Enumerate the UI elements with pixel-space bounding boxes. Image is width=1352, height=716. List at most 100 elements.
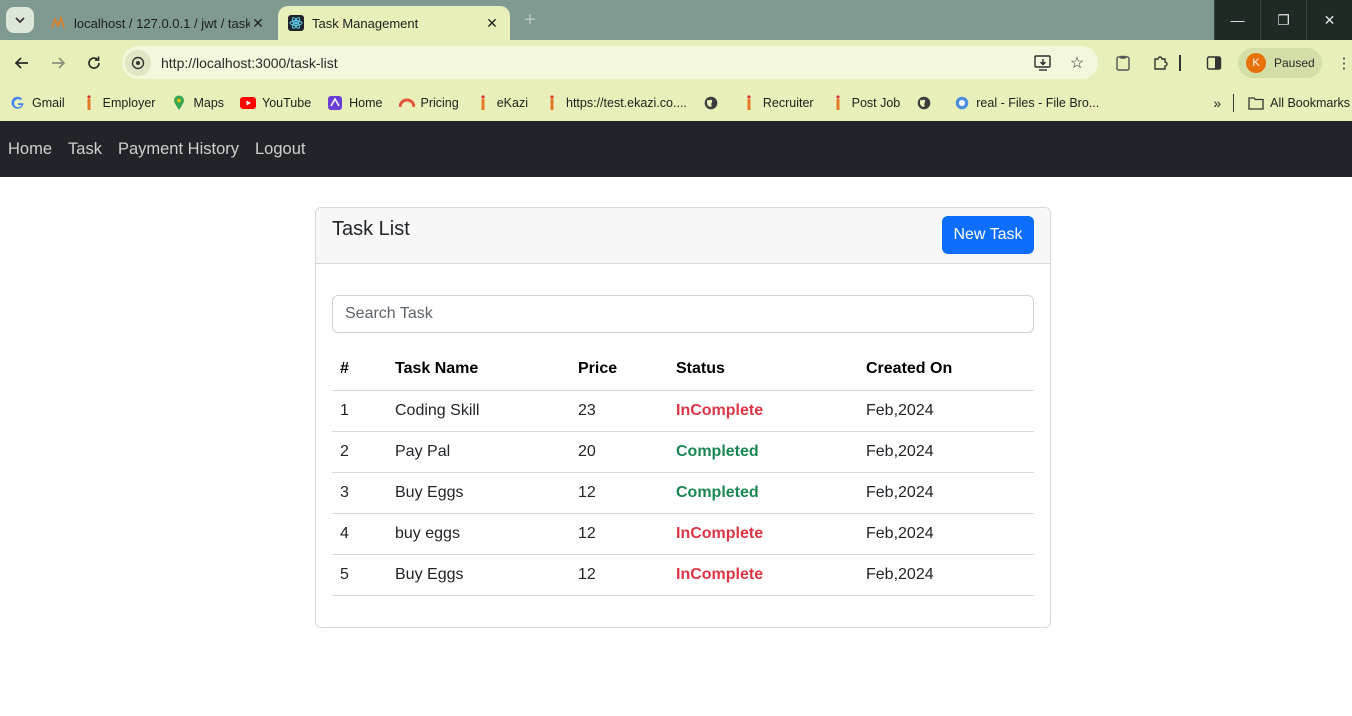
side-panel-icon[interactable] [1201,50,1227,76]
react-icon [288,15,304,31]
ekazi-icon [81,95,97,111]
phpmyadmin-icon [50,15,66,31]
cell-task-name: buy eggs [387,513,570,555]
ekazi-icon [475,95,491,111]
page-title: Task List [332,218,410,240]
site-info-icon[interactable] [125,49,151,76]
bookmarks-divider [1233,94,1235,112]
youtube-icon [240,95,257,111]
chevron-double-right-icon[interactable]: » [1213,95,1221,111]
bookmark-recruiter[interactable]: Recruiter [741,95,814,111]
table-header-row: # Task Name Price Status Created On [332,349,1034,391]
reload-icon[interactable] [81,50,107,76]
cell-status: InComplete [668,513,858,555]
table-row: 5 Buy Eggs 12 InComplete Feb,2024 [332,554,1034,596]
header-created-on: Created On [858,349,1034,391]
forward-icon[interactable] [45,50,71,76]
bookmark-home[interactable]: Home [327,95,383,111]
globe-icon [916,95,932,111]
cell-created-on: Feb,2024 [858,390,1034,432]
browser-tab-phpmyadmin[interactable]: localhost / 127.0.0.1 / jwt / task ✕ [40,6,276,40]
restore-icon[interactable]: ❐ [1260,0,1306,40]
bookmark-ekazi[interactable]: eKazi [475,95,528,111]
close-window-icon[interactable]: ✕ [1306,0,1352,40]
nav-logout-link[interactable]: Logout [255,140,305,159]
cell-task-name: Buy Eggs [387,472,570,514]
avatar: K [1246,53,1266,73]
cell-number: 1 [332,390,387,432]
cell-task-name: Buy Eggs [387,554,570,596]
ekazi-icon [741,95,757,111]
close-icon[interactable]: ✕ [250,15,266,31]
cell-status: Completed [668,431,858,473]
install-app-icon[interactable] [1030,50,1056,76]
nav-task-link[interactable]: Task [68,140,102,159]
extensions-icon[interactable] [1147,50,1173,76]
cell-status: InComplete [668,390,858,432]
cell-number: 5 [332,554,387,596]
google-icon [10,95,26,111]
header-number: # [332,349,387,391]
cell-task-name: Coding Skill [387,390,570,432]
task-table: # Task Name Price Status Created On 1 Co… [332,349,1034,596]
tab-search-button[interactable] [6,7,34,33]
cell-price: 12 [570,554,668,596]
cell-price: 20 [570,431,668,473]
globe-icon [703,95,719,111]
cell-created-on: Feb,2024 [858,513,1034,555]
bookmark-globe-1[interactable] [703,95,725,111]
home-app-icon [327,95,343,111]
address-bar[interactable]: http://localhost:3000/task-list ☆ [122,46,1098,79]
bookmarks-right: » All Bookmarks [1213,85,1352,121]
clipboard-icon[interactable] [1110,50,1136,76]
url-text: http://localhost:3000/task-list [161,54,338,71]
all-bookmarks-folder[interactable]: All Bookmarks [1248,95,1350,111]
nav-payment-history-link[interactable]: Payment History [118,140,239,159]
bookmark-star-icon[interactable]: ☆ [1064,50,1090,76]
bookmark-gmail[interactable]: Gmail [10,95,65,111]
bookmark-youtube[interactable]: YouTube [240,95,311,111]
new-tab-button[interactable]: + [518,8,542,32]
table-row: 1 Coding Skill 23 InComplete Feb,2024 [332,390,1034,432]
file-browser-icon [954,95,970,111]
card-header: Task List New Task [316,208,1050,264]
task-list-card: Task List New Task # Task Name Price Sta… [315,207,1051,628]
new-task-button[interactable]: New Task [942,216,1034,254]
cell-created-on: Feb,2024 [858,431,1034,473]
cell-price: 12 [570,513,668,555]
window-controls: — ❐ ✕ [1214,0,1352,40]
bookmark-employer[interactable]: Employer [81,95,155,111]
bookmark-post-job[interactable]: Post Job [830,95,900,111]
app-navbar: Home Task Payment History Logout [0,121,1352,177]
bookmark-pricing[interactable]: Pricing [398,95,459,111]
tab-title: localhost / 127.0.0.1 / jwt / task [74,15,250,31]
cell-status: Completed [668,472,858,514]
cell-status: InComplete [668,554,858,596]
bookmark-test-ekazi[interactable]: https://test.ekazi.co.... [544,95,687,111]
profile-button[interactable]: K Paused [1238,48,1322,78]
search-input[interactable] [332,295,1034,333]
bookmark-globe-2[interactable] [916,95,938,111]
back-icon[interactable] [9,50,35,76]
table-row: 2 Pay Pal 20 Completed Feb,2024 [332,431,1034,473]
table-row: 3 Buy Eggs 12 Completed Feb,2024 [332,472,1034,514]
cell-price: 23 [570,390,668,432]
bookmarks-bar: Gmail Employer Maps YouTube Home Pricing… [0,85,1352,121]
cell-number: 2 [332,431,387,473]
table-row: 4 buy eggs 12 InComplete Feb,2024 [332,513,1034,555]
header-price: Price [570,349,668,391]
menu-dots-icon[interactable]: ⋮ [1331,50,1352,76]
nav-home-link[interactable]: Home [8,140,52,159]
ekazi-icon [830,95,846,111]
minimize-icon[interactable]: — [1214,0,1260,40]
browser-tab-task-management[interactable]: Task Management ✕ [278,6,510,40]
bookmark-file-browser[interactable]: real - Files - File Bro... [954,95,1099,111]
cell-created-on: Feb,2024 [858,554,1034,596]
bookmark-maps[interactable]: Maps [171,95,224,111]
close-icon[interactable]: ✕ [484,15,500,31]
toolbar-divider [1178,50,1182,76]
ekazi-icon [544,95,560,111]
cell-number: 4 [332,513,387,555]
maps-icon [171,95,187,111]
folder-icon [1248,95,1264,111]
